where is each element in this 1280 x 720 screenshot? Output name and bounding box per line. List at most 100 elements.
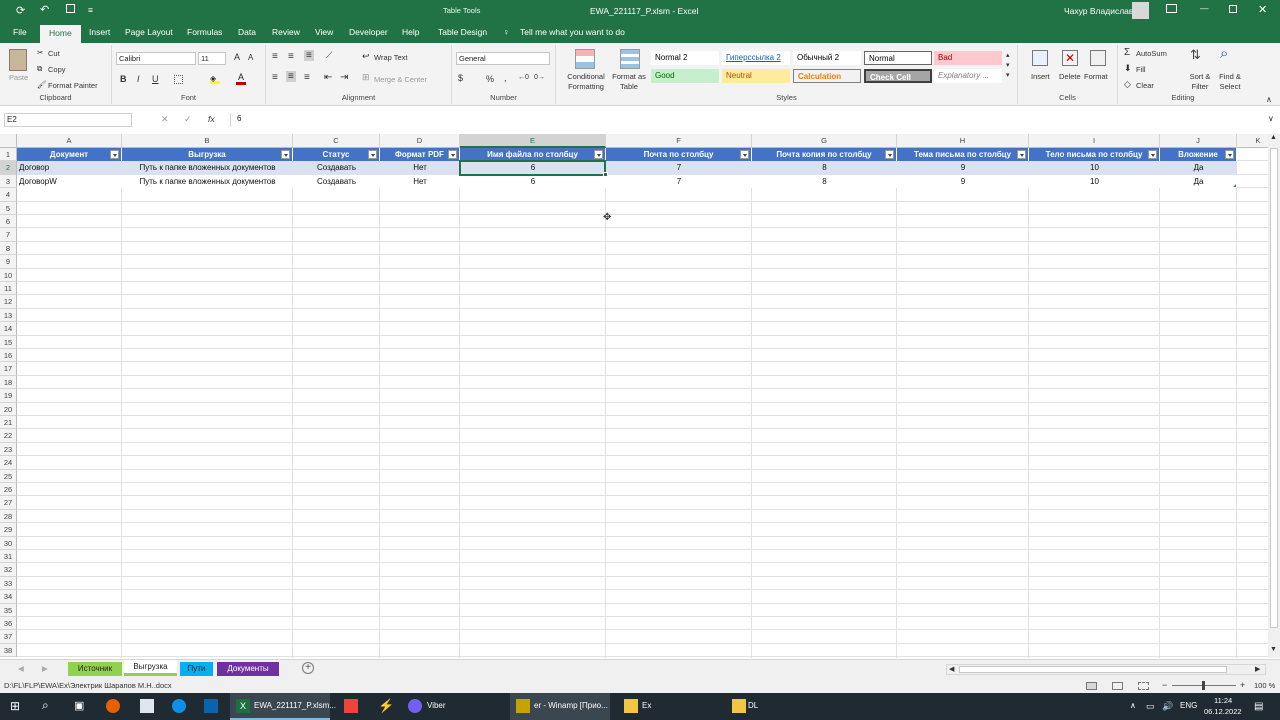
column-header-j[interactable]: J (1160, 134, 1237, 148)
worksheet-grid[interactable]: A B C D E F G H I J K 1 2 3 4 5 6 7 8 9 10 11 12 13 14 15 16 17 18 19… (0, 134, 1268, 658)
decrease-indent-icon[interactable]: ⇤ (324, 72, 332, 83)
cell-style-8[interactable]: Check Cell (864, 69, 932, 83)
table-cell[interactable]: 8 (754, 161, 895, 174)
row-header[interactable]: 18 (0, 375, 17, 390)
filter-dropdown-icon[interactable] (740, 150, 749, 159)
row-header[interactable]: 20 (0, 402, 17, 416)
table-cell[interactable]: 6 (462, 175, 604, 188)
table-cell[interactable]: Создавать (295, 175, 378, 188)
formula-input[interactable]: 6 (230, 113, 1268, 127)
expand-formula-bar-icon[interactable]: ∨ (1268, 114, 1274, 123)
network-icon[interactable]: ▭ (1146, 701, 1155, 712)
row-header[interactable]: 9 (0, 255, 17, 269)
underline-button[interactable]: U (152, 74, 159, 84)
tab-table-design[interactable]: Table Design (438, 27, 487, 37)
sheet-tab-paths[interactable]: Пути (180, 662, 213, 676)
gallery-scroll-icon[interactable]: ▴ ▾ ▾ (1006, 51, 1010, 81)
filter-dropdown-icon[interactable] (594, 150, 603, 159)
column-header-h[interactable]: H (897, 134, 1029, 148)
fill-color-icon[interactable]: ◈ (210, 74, 220, 84)
collapse-ribbon-icon[interactable]: ∧ (1266, 95, 1272, 104)
cell-style-5[interactable]: Good (651, 69, 719, 83)
filter-dropdown-icon[interactable] (368, 150, 377, 159)
sheet-tab-export[interactable]: Выгрузка (124, 660, 177, 676)
filter-dropdown-icon[interactable] (1148, 150, 1157, 159)
row-header[interactable]: 17 (0, 362, 17, 376)
align-center-icon[interactable]: ≡ (286, 71, 296, 82)
row-header[interactable]: 21 (0, 416, 17, 430)
sheet-tab-source[interactable]: Источник (68, 662, 122, 676)
page-break-view-icon[interactable] (1138, 682, 1149, 690)
font-color-icon[interactable]: A (236, 73, 246, 85)
conditional-formatting-button[interactable]: Conditional Formatting (560, 72, 612, 92)
row-header[interactable]: 2 (0, 161, 17, 175)
row-header[interactable]: 25 (0, 469, 17, 483)
table-header-cell[interactable]: Имя файла по столбцу (460, 148, 606, 162)
scroll-right-icon[interactable]: ▶ (1255, 665, 1260, 673)
table-header-cell[interactable]: Почта копия по столбцу (752, 148, 897, 162)
bold-button[interactable]: B (120, 74, 127, 84)
column-header-d[interactable]: D (380, 134, 460, 148)
cell-style-2[interactable]: Обычный 2 (793, 51, 861, 65)
cell-style-1[interactable]: Гиперссылка 2 (722, 51, 790, 65)
anydesk-icon[interactable] (344, 699, 358, 713)
column-header-a[interactable]: A (17, 134, 122, 148)
row-header[interactable]: 14 (0, 322, 17, 336)
name-box[interactable]: E2 (4, 113, 132, 127)
table-cell[interactable]: Да (1162, 175, 1235, 188)
filter-dropdown-icon[interactable] (448, 150, 457, 159)
align-bottom-icon[interactable]: ≡ (304, 50, 314, 61)
horizontal-scrollbar[interactable]: ◀ ▶ (946, 664, 1266, 675)
table-header-cell[interactable]: Тело письма по столбцу (1029, 148, 1160, 162)
format-painter-button[interactable]: Format Painter (48, 81, 98, 90)
add-sheet-icon[interactable]: + (302, 662, 314, 674)
table-cell[interactable]: Путь к папке вложенных документов (124, 175, 291, 188)
decrease-decimal-icon[interactable]: 0→ (534, 74, 545, 81)
column-header-b[interactable]: B (122, 134, 293, 148)
table-cell[interactable]: 8 (754, 175, 895, 188)
borders-icon[interactable] (174, 75, 183, 84)
table-cell[interactable]: 10 (1031, 175, 1158, 188)
sheet-tab-documents[interactable]: Документы (217, 662, 279, 676)
insert-function-button[interactable]: fx (208, 114, 215, 124)
cell-style-4[interactable]: Bad (934, 51, 1002, 65)
cut-button[interactable]: Cut (48, 49, 60, 58)
normal-view-icon[interactable] (1086, 682, 1097, 690)
tab-page-layout[interactable]: Page Layout (125, 27, 173, 37)
avatar[interactable] (1132, 2, 1149, 19)
vertical-scroll-thumb[interactable] (1270, 148, 1278, 628)
taskbar-ex-label[interactable]: Ex (642, 701, 651, 710)
column-header-c[interactable]: C (293, 134, 380, 148)
table-header-cell[interactable]: Документ (17, 148, 122, 162)
minimize-icon[interactable]: — (1200, 3, 1209, 13)
table-cell[interactable]: Договор (19, 161, 120, 174)
row-header[interactable]: 4 (0, 188, 17, 202)
table-header-cell[interactable]: Тема письма по столбцу (897, 148, 1029, 162)
select-all-corner[interactable] (0, 134, 17, 148)
cancel-entry-icon[interactable]: ✕ (161, 114, 169, 125)
horizontal-scroll-thumb[interactable] (959, 666, 1227, 673)
row-header[interactable]: 24 (0, 456, 17, 470)
teamviewer-icon[interactable] (172, 699, 186, 713)
column-header-k[interactable]: K (1237, 134, 1268, 148)
tray-chevron-icon[interactable]: ∧ (1130, 701, 1136, 710)
tab-review[interactable]: Review (272, 27, 300, 37)
autosave-icon[interactable]: ⟳ (16, 4, 25, 17)
comma-icon[interactable]: , (504, 73, 507, 83)
format-cells-button[interactable]: Format (1084, 72, 1108, 81)
task-view-icon[interactable]: ▣ (74, 699, 84, 712)
tab-formulas[interactable]: Formulas (187, 27, 222, 37)
wrap-text-button[interactable]: Wrap Text (374, 53, 408, 62)
ribbon-display-icon[interactable] (1166, 4, 1177, 13)
autosum-button[interactable]: AutoSum (1136, 49, 1167, 58)
row-header[interactable]: 19 (0, 389, 17, 403)
percent-button[interactable]: % (486, 74, 494, 84)
row-header[interactable]: 37 (0, 630, 17, 644)
flash-icon[interactable]: ⚡ (378, 698, 394, 714)
language-indicator[interactable]: ENG (1180, 701, 1197, 710)
row-header[interactable]: 15 (0, 335, 17, 349)
format-as-table-button[interactable]: Format as Table (610, 72, 648, 92)
align-top-icon[interactable]: ≡ (272, 51, 278, 62)
increase-indent-icon[interactable]: ⇥ (340, 72, 348, 83)
tab-insert[interactable]: Insert (89, 27, 110, 37)
